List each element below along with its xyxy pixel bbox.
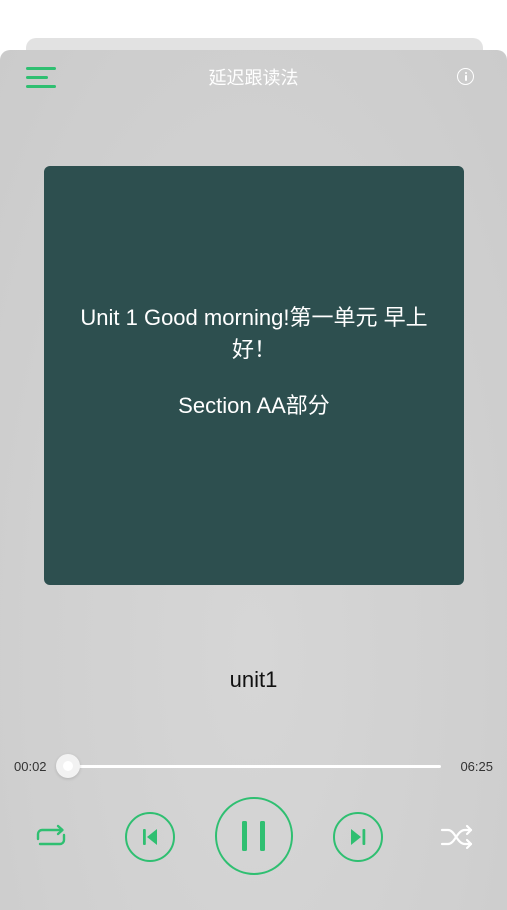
progress-handle[interactable] <box>56 754 80 778</box>
progress-bar[interactable] <box>68 765 441 768</box>
skip-next-icon <box>351 829 366 845</box>
page-title: 延迟跟读法 <box>208 68 299 88</box>
cover-text: Unit 1 Good morning!第一单元 早上好！ Section AA… <box>69 302 439 422</box>
elapsed-time: 00:02 <box>14 759 47 774</box>
shuffle-button[interactable] <box>439 822 475 852</box>
album-cover: Unit 1 Good morning!第一单元 早上好！ Section AA… <box>44 166 464 585</box>
cover-line-1: Unit 1 Good morning!第一单元 早上好！ <box>80 304 428 362</box>
next-button[interactable] <box>333 812 383 862</box>
track-name: unit1 <box>229 667 278 692</box>
pause-button[interactable] <box>215 797 293 875</box>
repeat-icon <box>36 824 66 846</box>
cover-line-2: Section AA部分 <box>178 392 330 418</box>
total-time: 06:25 <box>460 759 493 774</box>
repeat-button[interactable] <box>32 822 70 852</box>
previous-button[interactable] <box>125 812 175 862</box>
pause-icon <box>242 821 265 851</box>
shuffle-icon <box>440 824 473 850</box>
info-icon[interactable] <box>457 68 474 85</box>
skip-previous-icon <box>143 829 157 845</box>
